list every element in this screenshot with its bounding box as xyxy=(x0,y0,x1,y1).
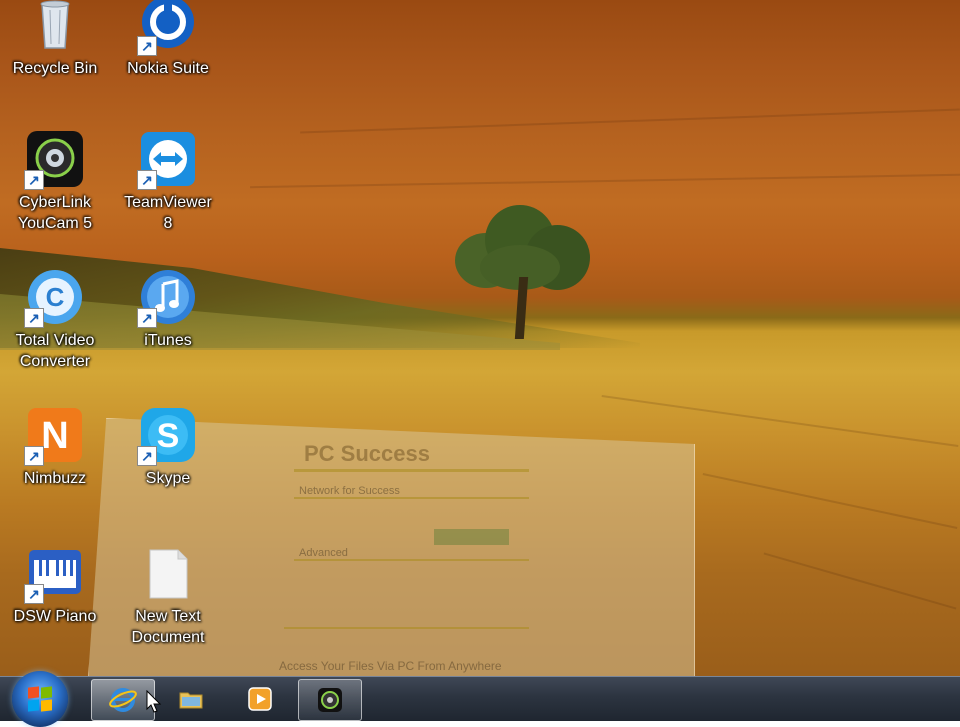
ie-icon xyxy=(109,686,137,714)
skype-icon: S ↗ xyxy=(137,406,197,466)
youcam-icon: ↗ xyxy=(24,130,84,190)
shortcut-arrow-icon: ↗ xyxy=(24,584,44,604)
icon-label: Recycle Bin xyxy=(12,60,98,77)
desktop-icon-nokia-suite[interactable]: ↗ Nokia Suite xyxy=(118,0,218,79)
nimbuzz-icon: N ↗ xyxy=(24,406,84,466)
start-button[interactable] xyxy=(12,671,68,727)
shortcut-arrow-icon: ↗ xyxy=(137,308,157,328)
icon-label: Nimbuzz xyxy=(23,470,87,487)
icon-label: DSW Piano xyxy=(13,608,97,625)
desktop-icon-teamviewer[interactable]: ↗ TeamViewer 8 xyxy=(118,130,218,234)
folder-icon xyxy=(177,685,205,713)
icon-label: CyberLink YouCam 5 xyxy=(17,194,93,232)
taskbar-button-webcam-app[interactable] xyxy=(298,679,362,721)
taskbar-button-windows-explorer[interactable] xyxy=(160,679,222,719)
shortcut-arrow-icon: ↗ xyxy=(24,446,44,466)
field-furrow xyxy=(300,108,960,134)
icon-label: iTunes xyxy=(144,332,192,349)
teamviewer-icon: ↗ xyxy=(137,130,197,190)
taskbar-button-media-player[interactable] xyxy=(229,679,291,719)
ghost-button[interactable] xyxy=(434,529,509,545)
ghost-section-title: Network for Success xyxy=(299,485,400,497)
nokia-suite-icon: ↗ xyxy=(137,0,197,56)
desktop-background: PC Success Network for Success Advanced … xyxy=(0,0,960,676)
media-player-icon xyxy=(246,685,274,713)
shortcut-arrow-icon: ↗ xyxy=(137,446,157,466)
icon-label: Skype xyxy=(145,470,191,487)
icon-label: TeamViewer 8 xyxy=(124,194,212,232)
desktop-icon-new-text-document[interactable]: New Text Document xyxy=(118,544,218,648)
icon-label: Total Video Converter xyxy=(15,332,95,370)
desktop-icon-itunes[interactable]: ↗ iTunes xyxy=(118,268,218,351)
desktop-icon-dsw-piano[interactable]: ↗ DSW Piano xyxy=(5,544,105,627)
svg-text:N: N xyxy=(41,415,68,457)
desktop-icon-nimbuzz[interactable]: N ↗ Nimbuzz xyxy=(5,406,105,489)
field-furrow xyxy=(250,173,960,189)
tree xyxy=(455,205,595,345)
desktop-icon-skype[interactable]: S ↗ Skype xyxy=(118,406,218,489)
shortcut-arrow-icon: ↗ xyxy=(24,170,44,190)
field-furrow xyxy=(702,472,958,530)
itunes-icon: ↗ xyxy=(137,268,197,328)
windows-logo-icon xyxy=(28,686,52,712)
svg-text:C: C xyxy=(46,282,65,312)
ghost-divider xyxy=(284,627,529,629)
desktop-icon-youcam[interactable]: ↗ CyberLink YouCam 5 xyxy=(5,130,105,234)
desktop-icon-total-video-converter[interactable]: C ↗ Total Video Converter xyxy=(5,268,105,372)
field-furrow xyxy=(763,552,957,610)
icon-label: New Text Document xyxy=(131,608,205,646)
recycle-bin-icon xyxy=(26,0,84,54)
shortcut-arrow-icon: ↗ xyxy=(137,170,157,190)
icon-label: Nokia Suite xyxy=(127,60,209,77)
ghost-divider xyxy=(294,559,529,561)
mouse-cursor-icon xyxy=(146,690,162,713)
ghost-divider xyxy=(294,469,529,472)
ghost-footer: Access Your Files Via PC From Anywhere xyxy=(279,659,502,673)
ghost-divider xyxy=(294,497,529,499)
field-furrow xyxy=(601,394,959,448)
piano-icon: ↗ xyxy=(24,544,84,604)
text-document-icon xyxy=(139,544,197,602)
svg-text:S: S xyxy=(157,417,180,455)
webcam-icon xyxy=(316,686,344,714)
desktop-icon-recycle-bin[interactable]: Recycle Bin xyxy=(5,0,105,79)
shortcut-arrow-icon: ↗ xyxy=(137,36,157,56)
ghost-section-title: Advanced xyxy=(299,547,348,559)
ghost-brand: PC Success xyxy=(304,441,430,466)
shortcut-arrow-icon: ↗ xyxy=(24,308,44,328)
total-video-converter-icon: C ↗ xyxy=(24,268,84,328)
taskbar xyxy=(0,671,960,727)
